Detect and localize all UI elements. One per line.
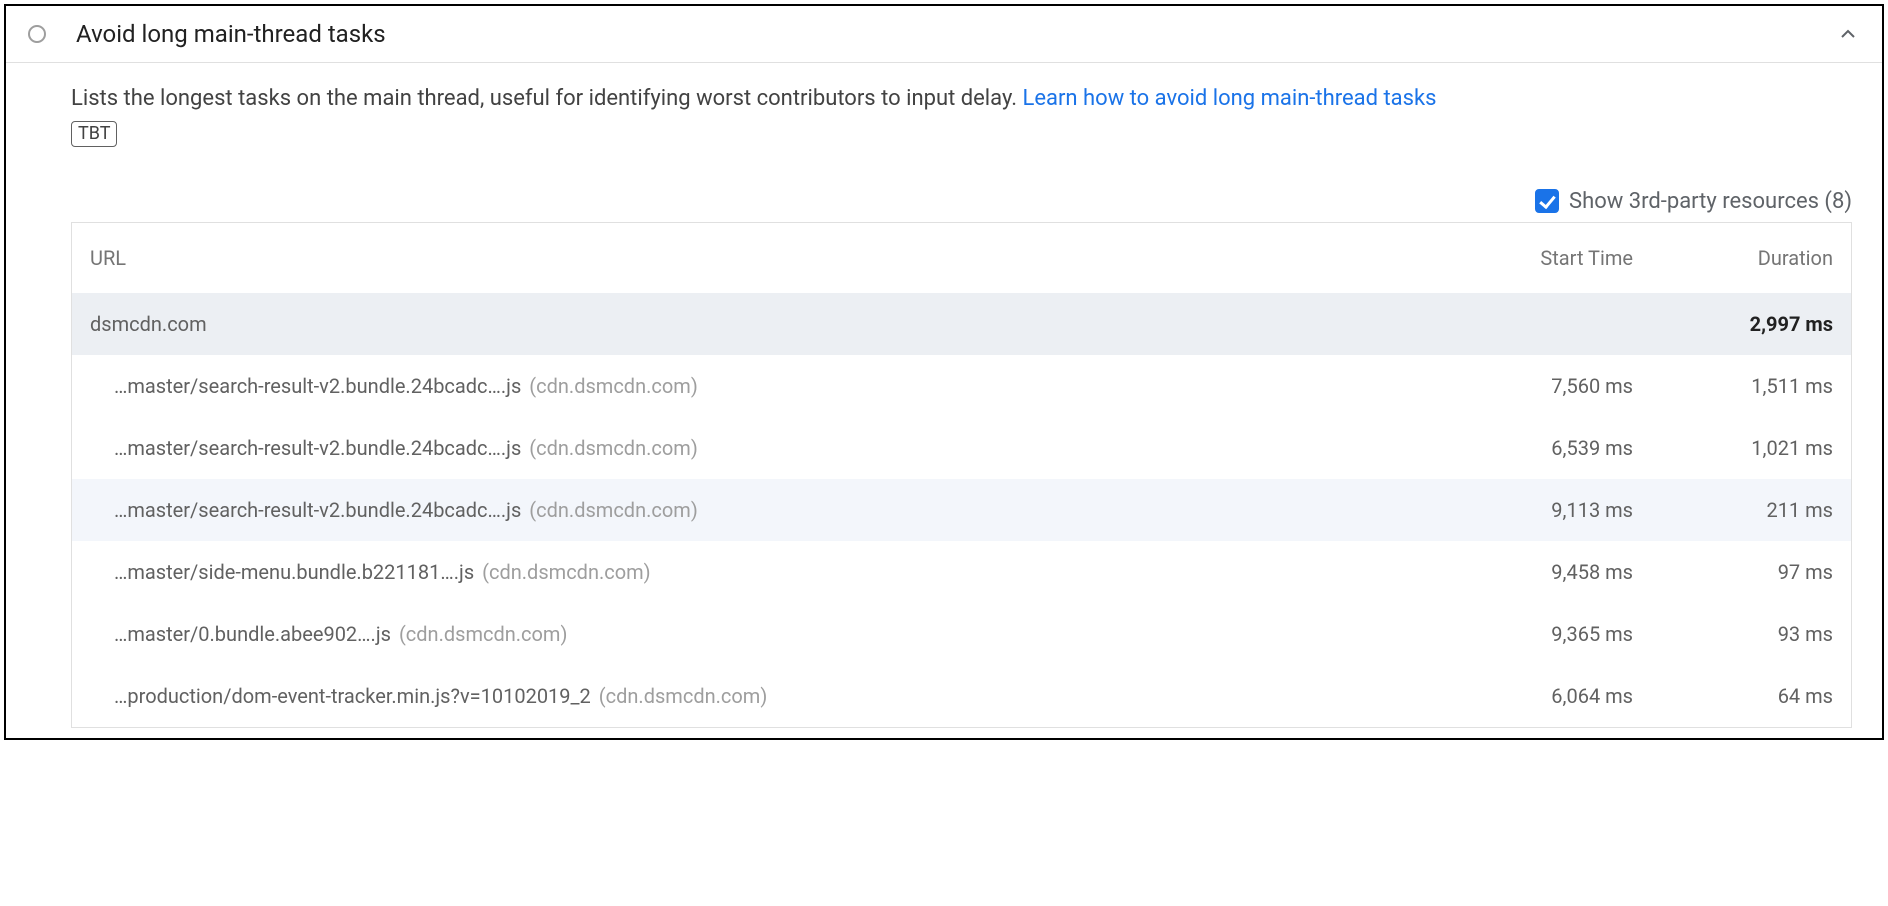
audit-panel: Avoid long main-thread tasks Lists the l… — [4, 4, 1884, 740]
row-start: 9,113 ms — [1433, 498, 1633, 522]
learn-more-link[interactable]: Learn how to avoid long main-thread task… — [1022, 86, 1436, 111]
group-host: dsmcdn.com — [90, 312, 1433, 336]
table-row[interactable]: …master/search-result-v2.bundle.24bcadc…… — [72, 355, 1851, 417]
row-url: …master/search-result-v2.bundle.24bcadc…… — [90, 374, 1433, 398]
table-row[interactable]: …master/0.bundle.abee902….js (cdn.dsmcdn.… — [72, 603, 1851, 665]
row-start: 9,365 ms — [1433, 622, 1633, 646]
row-path: …master/side-menu.bundle.b221181….js — [114, 560, 474, 584]
tasks-table: URL Start Time Duration dsmcdn.com 2,997… — [71, 222, 1852, 728]
row-path: …master/search-result-v2.bundle.24bcadc…… — [114, 436, 521, 460]
row-path: …master/search-result-v2.bundle.24bcadc…… — [114, 374, 521, 398]
row-path: …master/0.bundle.abee902….js — [114, 622, 391, 646]
row-start: 6,539 ms — [1433, 436, 1633, 460]
row-url: …master/side-menu.bundle.b221181….js (cdn… — [90, 560, 1433, 584]
row-duration: 64 ms — [1633, 684, 1833, 708]
audit-header[interactable]: Avoid long main-thread tasks — [6, 6, 1882, 63]
row-host: (cdn.dsmcdn.com) — [399, 622, 568, 646]
col-duration: Duration — [1633, 246, 1833, 270]
audit-description: Lists the longest tasks on the main thre… — [71, 83, 1852, 149]
toggle-label: Show 3rd-party resources (8) — [1569, 189, 1852, 214]
row-url: …master/search-result-v2.bundle.24bcadc…… — [90, 498, 1433, 522]
group-duration: 2,997 ms — [1633, 312, 1833, 336]
row-duration: 93 ms — [1633, 622, 1833, 646]
row-duration: 1,021 ms — [1633, 436, 1833, 460]
description-text: Lists the longest tasks on the main thre… — [71, 86, 1022, 111]
table-row[interactable]: …master/search-result-v2.bundle.24bcadc…… — [72, 417, 1851, 479]
row-host: (cdn.dsmcdn.com) — [482, 560, 651, 584]
row-duration: 1,511 ms — [1633, 374, 1833, 398]
row-host: (cdn.dsmcdn.com) — [529, 436, 698, 460]
third-party-toggle[interactable]: Show 3rd-party resources (8) — [71, 189, 1852, 214]
checkbox-icon[interactable] — [1535, 189, 1559, 213]
status-icon — [28, 25, 46, 43]
row-path: …master/search-result-v2.bundle.24bcadc…… — [114, 498, 521, 522]
row-start: 6,064 ms — [1433, 684, 1633, 708]
table-row[interactable]: …master/side-menu.bundle.b221181….js (cdn… — [72, 541, 1851, 603]
row-start: 7,560 ms — [1433, 374, 1633, 398]
row-host: (cdn.dsmcdn.com) — [599, 684, 768, 708]
row-url: …master/0.bundle.abee902….js (cdn.dsmcdn.… — [90, 622, 1433, 646]
table-row[interactable]: …master/search-result-v2.bundle.24bcadc…… — [72, 479, 1851, 541]
col-start: Start Time — [1433, 246, 1633, 270]
table-header: URL Start Time Duration — [72, 223, 1851, 293]
audit-body: Lists the longest tasks on the main thre… — [6, 63, 1882, 738]
chevron-up-icon[interactable] — [1836, 22, 1860, 46]
row-path: …production/dom-event-tracker.min.js?v=1… — [114, 684, 591, 708]
audit-title: Avoid long main-thread tasks — [76, 20, 1836, 48]
row-duration: 211 ms — [1633, 498, 1833, 522]
row-duration: 97 ms — [1633, 560, 1833, 584]
col-url: URL — [90, 246, 1433, 270]
row-host: (cdn.dsmcdn.com) — [529, 374, 698, 398]
row-url: …master/search-result-v2.bundle.24bcadc…… — [90, 436, 1433, 460]
group-row[interactable]: dsmcdn.com 2,997 ms — [72, 293, 1851, 355]
table-row[interactable]: …production/dom-event-tracker.min.js?v=1… — [72, 665, 1851, 727]
row-url: …production/dom-event-tracker.min.js?v=1… — [90, 684, 1433, 708]
row-host: (cdn.dsmcdn.com) — [529, 498, 698, 522]
metric-badge: TBT — [71, 121, 117, 147]
row-start: 9,458 ms — [1433, 560, 1633, 584]
